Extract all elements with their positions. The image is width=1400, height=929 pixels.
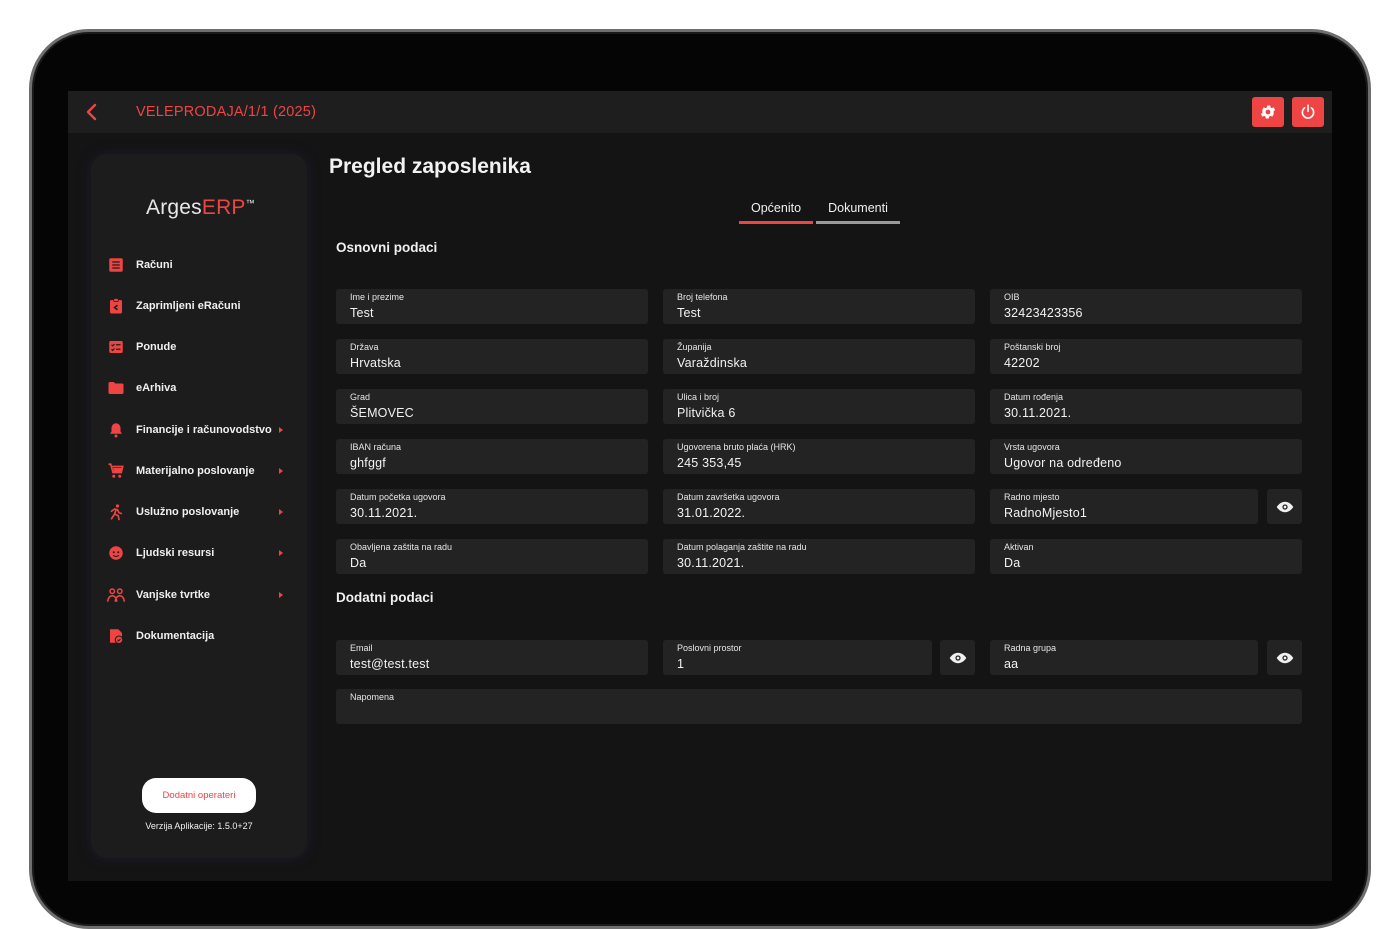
active-field[interactable]: Aktivan Da: [990, 539, 1302, 574]
view-premises-button[interactable]: [940, 640, 975, 675]
submenu-arrow-icon: [279, 592, 283, 598]
postal-code-field[interactable]: Poštanski broj 42202: [990, 339, 1302, 374]
safety-done-field[interactable]: Obavljena zaštita na radu Da: [336, 539, 648, 574]
sidebar-item-materijalno[interactable]: Materijalno poslovanje: [105, 456, 295, 486]
oib-field[interactable]: OIB 32423423356: [990, 289, 1302, 324]
offer-checklist-icon: [105, 336, 127, 358]
country-field[interactable]: Država Hrvatska: [336, 339, 648, 374]
section-title-additional: Dodatni podaci: [336, 590, 434, 605]
sidebar-item-ljudski-resursi[interactable]: Ljudski resursi: [105, 538, 295, 568]
note-field[interactable]: Napomena: [336, 689, 1302, 724]
sidebar-item-ponude[interactable]: Ponude: [105, 332, 295, 362]
submenu-arrow-icon: [279, 509, 283, 515]
power-icon: [1301, 104, 1315, 119]
sidebar-item-usluzno[interactable]: Uslužno poslovanje: [105, 497, 295, 527]
app-version: Verzija Aplikacije: 1.5.0+27: [145, 821, 253, 831]
workplace-field[interactable]: Radno mjesto RadnoMjesto1: [990, 489, 1258, 524]
bell-icon: [105, 419, 127, 441]
eye-icon: [1276, 501, 1293, 512]
submenu-arrow-icon: [279, 427, 283, 433]
app-logo: ArgesERP™: [146, 196, 255, 219]
county-field[interactable]: Županija Varaždinska: [663, 339, 975, 374]
document-list-icon: [105, 254, 127, 276]
sidebar-item-racuni[interactable]: Računi: [105, 250, 295, 280]
top-bar: VELEPRODAJA/1/1 (2025): [68, 91, 1332, 133]
submenu-arrow-icon: [279, 468, 283, 474]
tab-opcenito[interactable]: Općenito: [739, 201, 813, 224]
city-field[interactable]: Grad ŠEMOVEC: [336, 389, 648, 424]
app-screen: VELEPRODAJA/1/1 (2025) ArgesERP™ Računi: [68, 91, 1332, 881]
safety-date-field[interactable]: Datum polaganja zaštite na radu 30.11.20…: [663, 539, 975, 574]
view-work-group-button[interactable]: [1267, 640, 1302, 675]
cart-icon: [105, 460, 127, 482]
back-button[interactable]: [80, 100, 104, 124]
face-icon: [105, 542, 127, 564]
eye-icon: [949, 652, 966, 663]
sidebar-item-financije[interactable]: Financije i računovodstvo: [105, 415, 295, 445]
view-workplace-button[interactable]: [1267, 489, 1302, 524]
email-field[interactable]: Email test@test.test: [336, 640, 648, 675]
birth-date-field[interactable]: Datum rođenja 30.11.2021.: [990, 389, 1302, 424]
inbox-clipboard-icon: [105, 295, 127, 317]
chevron-left-icon: [86, 103, 97, 121]
running-person-icon: [105, 501, 127, 523]
submenu-arrow-icon: [279, 550, 283, 556]
phone-field[interactable]: Broj telefona Test: [663, 289, 975, 324]
contract-end-field[interactable]: Datum završetka ugovora 31.01.2022.: [663, 489, 975, 524]
page-title: Pregled zaposlenika: [329, 155, 531, 178]
gear-icon: [1260, 105, 1276, 119]
sidebar-item-zaprimljeni-eracuni[interactable]: Zaprimljeni eRačuni: [105, 291, 295, 321]
street-field[interactable]: Ulica i broj Plitvička 6: [663, 389, 975, 424]
contract-type-field[interactable]: Vrsta ugovora Ugovor na određeno: [990, 439, 1302, 474]
contract-start-field[interactable]: Datum početka ugovora 30.11.2021.: [336, 489, 648, 524]
work-group-field[interactable]: Radna grupa aa: [990, 640, 1258, 675]
sidebar-item-dokumentacija[interactable]: Dokumentacija: [105, 621, 295, 651]
sidebar-item-earhiva[interactable]: eArhiva: [105, 373, 295, 403]
page-path: VELEPRODAJA/1/1 (2025): [136, 104, 317, 120]
tab-dokumenti[interactable]: Dokumenti: [816, 201, 900, 224]
logout-button[interactable]: [1292, 97, 1324, 127]
settings-button[interactable]: [1252, 97, 1284, 127]
sidebar: ArgesERP™ Računi Zaprimljeni eRačuni Pon…: [91, 154, 307, 858]
shield-document-icon: [105, 625, 127, 647]
eye-icon: [1276, 652, 1293, 663]
sidebar-item-vanjske-tvrtke[interactable]: Vanjske tvrtke: [105, 580, 295, 610]
folder-icon: [105, 377, 127, 399]
iban-field[interactable]: IBAN računa ghfggf: [336, 439, 648, 474]
extra-operators-button[interactable]: Dodatni operateri: [142, 778, 256, 813]
section-title-basic: Osnovni podaci: [336, 240, 438, 255]
name-field[interactable]: Ime i prezime Test: [336, 289, 648, 324]
gross-salary-field[interactable]: Ugovorena bruto plaća (HRK) 245 353,45: [663, 439, 975, 474]
business-premises-field[interactable]: Poslovni prostor 1: [663, 640, 932, 675]
handshake-icon: [105, 584, 127, 606]
